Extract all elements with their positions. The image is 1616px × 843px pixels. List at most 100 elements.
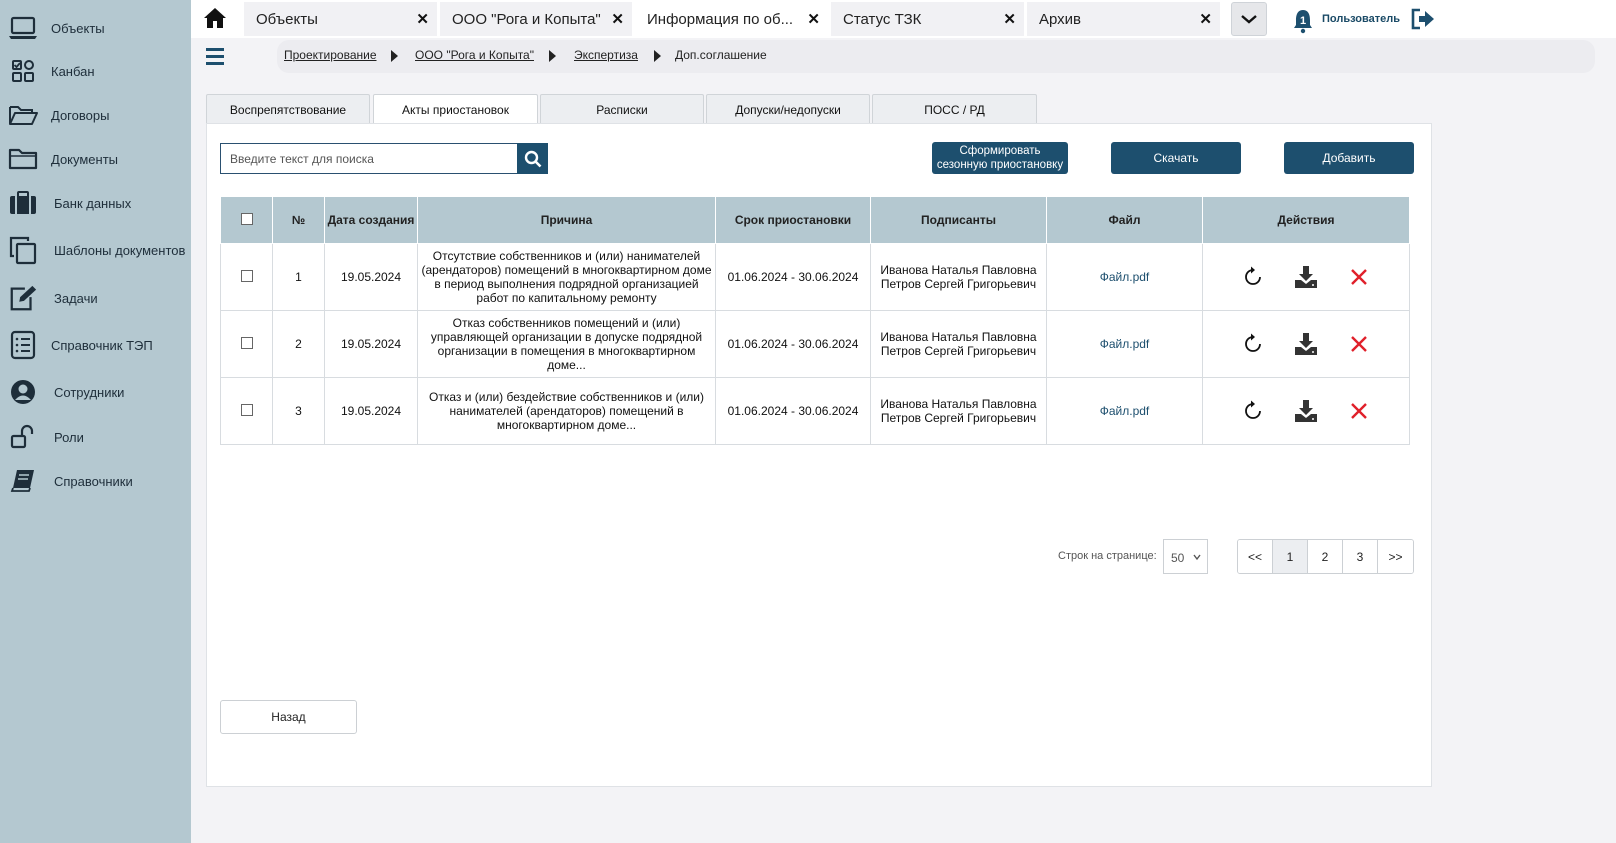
breadcrumb-item[interactable]: Экспертиза: [574, 48, 638, 62]
column-header: Файл: [1046, 196, 1203, 244]
doc-tab-object-info[interactable]: Информация по об... ✕: [635, 2, 828, 36]
download-icon[interactable]: [1294, 265, 1318, 289]
doc-tab-label: Архив: [1039, 11, 1082, 28]
tab-suspension-acts[interactable]: Акты приостановок: [373, 94, 538, 125]
doc-tab-company[interactable]: ООО "Рога и Копыта" ✕: [440, 2, 632, 36]
breadcrumb-separator-icon: [391, 50, 398, 62]
file-link[interactable]: Файл.pdf: [1100, 337, 1150, 351]
doc-tab-label: Объекты: [256, 11, 318, 28]
row-checkbox[interactable]: [240, 403, 253, 416]
signer: Петров Сергей Григорьевич: [880, 411, 1037, 425]
bell-icon[interactable]: 1: [1292, 8, 1314, 34]
search-button[interactable]: [517, 143, 548, 174]
close-icon[interactable]: ✕: [416, 10, 429, 28]
user-circle-icon: [8, 378, 38, 406]
tab-obstruction[interactable]: Воспрепятствование: [206, 94, 370, 124]
sidebar-item-documents[interactable]: Документы: [0, 139, 191, 179]
signer: Иванова Наталья Павловна: [880, 330, 1037, 344]
signer: Петров Сергей Григорьевич: [880, 344, 1037, 358]
delete-icon[interactable]: [1347, 399, 1371, 423]
book-icon: [8, 467, 38, 495]
rows-per-page-value: 50: [1171, 551, 1185, 565]
rows-per-page-label: Строк на странице:: [1058, 550, 1157, 562]
tab-receipts[interactable]: Расписки: [540, 94, 704, 124]
row-date: 19.05.2024: [324, 377, 418, 445]
rows-per-page-select[interactable]: 50: [1163, 539, 1208, 574]
column-header: Подписанты: [870, 196, 1047, 244]
row-number: 3: [272, 377, 325, 445]
close-icon[interactable]: ✕: [1003, 10, 1016, 28]
breadcrumb-item[interactable]: ООО "Рога и Копыта": [415, 48, 534, 62]
row-select-cell: [220, 243, 273, 311]
page-last-button[interactable]: >>: [1378, 540, 1413, 573]
delete-icon[interactable]: [1347, 265, 1371, 289]
download-icon[interactable]: [1294, 332, 1318, 356]
row-period: 01.06.2024 - 30.06.2024: [715, 310, 871, 378]
page-button[interactable]: 1: [1273, 540, 1308, 573]
page-button[interactable]: 3: [1343, 540, 1378, 573]
chevron-down-icon: [1241, 15, 1257, 24]
more-tabs-button[interactable]: [1231, 2, 1267, 36]
sidebar-item-kanban[interactable]: Канбан: [0, 51, 191, 91]
close-icon[interactable]: ✕: [807, 10, 820, 28]
home-icon[interactable]: [203, 6, 227, 30]
page-first-button[interactable]: <<: [1238, 540, 1273, 573]
page-button[interactable]: 2: [1308, 540, 1343, 573]
logout-icon[interactable]: [1410, 7, 1436, 31]
download-button[interactable]: Скачать: [1111, 142, 1241, 174]
row-checkbox[interactable]: [240, 336, 253, 349]
row-checkbox[interactable]: [240, 269, 253, 282]
file-link[interactable]: Файл.pdf: [1100, 270, 1150, 284]
download-icon[interactable]: [1294, 399, 1318, 423]
sidebar-item-label: Роли: [54, 429, 84, 445]
search-input[interactable]: [220, 143, 517, 174]
sidebar-item-label: Банк данных: [54, 195, 132, 211]
add-button[interactable]: Добавить: [1284, 142, 1414, 174]
generate-seasonal-suspension-button[interactable]: Сформировать сезонную приостановку: [932, 142, 1068, 174]
breadcrumb-item[interactable]: Проектирование: [284, 48, 377, 62]
sidebar-item-tasks[interactable]: Задачи: [0, 278, 191, 318]
column-header: Дата создания: [324, 196, 418, 244]
sidebar-item-label: Объекты: [51, 20, 105, 36]
doc-tab-archive[interactable]: Архив ✕: [1027, 2, 1220, 36]
breadcrumb-current: Доп.соглашение: [675, 48, 767, 62]
sidebar-item-templates[interactable]: Шаблоны документов: [0, 230, 191, 270]
hamburger-menu-icon[interactable]: [205, 46, 225, 66]
sidebar-item-contracts[interactable]: Договоры: [0, 95, 191, 135]
edit-icon: [8, 284, 38, 312]
sidebar-item-roles[interactable]: Роли: [0, 417, 191, 457]
table-row: 1 19.05.2024 Отсутствие собственников и …: [220, 243, 1410, 311]
sidebar-item-tep[interactable]: Справочник ТЭП: [0, 325, 191, 365]
button-label-line: сезонную приостановку: [936, 159, 1064, 171]
row-select-cell: [220, 310, 273, 378]
row-actions: [1202, 377, 1410, 445]
user-name[interactable]: Пользователь: [1322, 13, 1400, 25]
sidebar-item-databank[interactable]: Банк данных: [0, 183, 191, 223]
row-date: 19.05.2024: [324, 310, 418, 378]
delete-icon[interactable]: [1347, 332, 1371, 356]
laptop-icon: [8, 14, 38, 42]
row-actions: [1202, 243, 1410, 311]
row-signers: Иванова Наталья Павловна Петров Сергей Гр…: [870, 310, 1047, 378]
file-link[interactable]: Файл.pdf: [1100, 404, 1150, 418]
copy-icon: [8, 236, 38, 265]
signer: Иванова Наталья Павловна: [880, 397, 1037, 411]
tab-poss-rd[interactable]: ПОСС / РД: [872, 94, 1037, 124]
back-button[interactable]: Назад: [220, 700, 357, 734]
select-all-checkbox[interactable]: [240, 212, 253, 225]
row-file-cell: Файл.pdf: [1046, 310, 1203, 378]
doc-tab-objects[interactable]: Объекты ✕: [244, 2, 437, 36]
sidebar-item-label: Канбан: [51, 63, 95, 79]
refresh-icon[interactable]: [1241, 332, 1265, 356]
refresh-icon[interactable]: [1241, 265, 1265, 289]
tab-admissions[interactable]: Допуски/недопуски: [706, 94, 870, 124]
sidebar-item-objects[interactable]: Объекты: [0, 8, 191, 48]
refresh-icon[interactable]: [1241, 399, 1265, 423]
doc-tab-tzk-status[interactable]: Статус ТЗК ✕: [831, 2, 1024, 36]
sidebar-item-employees[interactable]: Сотрудники: [0, 372, 191, 412]
sidebar-item-handbooks[interactable]: Справочники: [0, 461, 191, 501]
close-icon[interactable]: ✕: [1199, 10, 1212, 28]
folder-open-icon: [8, 101, 38, 129]
close-icon[interactable]: ✕: [611, 10, 624, 28]
breadcrumb-separator-icon: [549, 50, 556, 62]
